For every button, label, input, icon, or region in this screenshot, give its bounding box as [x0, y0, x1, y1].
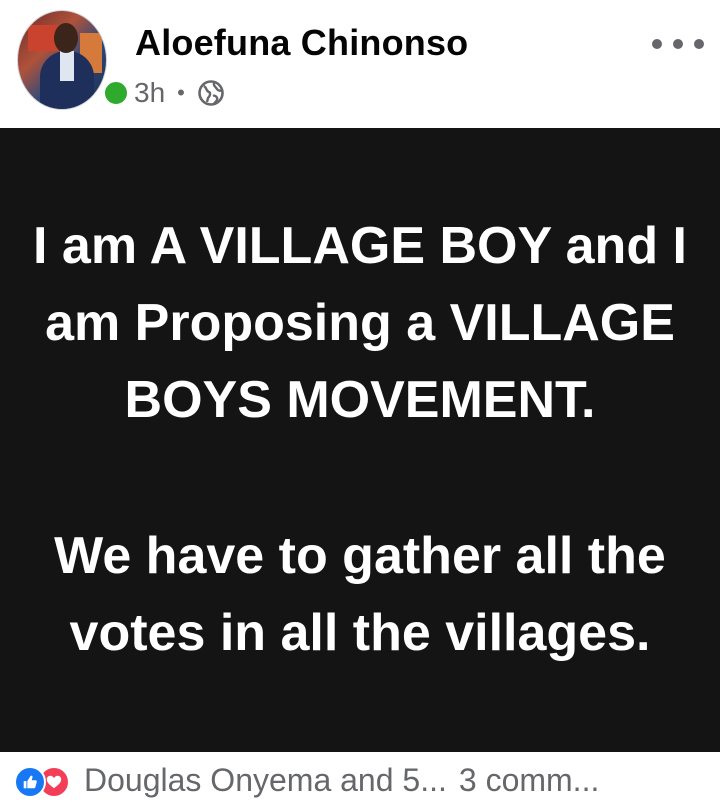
- globe-icon[interactable]: [197, 79, 225, 107]
- author-avatar[interactable]: [17, 10, 107, 110]
- more-options-dot: [694, 39, 704, 49]
- post-footer: Douglas Onyema and 5... 3 comm...: [0, 752, 720, 809]
- meta-separator: •: [177, 80, 185, 105]
- avatar-figure-head: [54, 23, 78, 53]
- post-meta: 3h •: [134, 76, 225, 110]
- reactions-summary[interactable]: Douglas Onyema and 5...: [84, 762, 447, 799]
- post-text-paragraph-1: I am A VILLAGE BOY and I am Proposing a …: [33, 217, 687, 429]
- post-text-paragraph-2: We have to gather all the votes in all t…: [54, 527, 666, 662]
- more-options-dot: [652, 39, 662, 49]
- avatar-figure-shirt: [60, 51, 74, 81]
- more-options-dot: [673, 39, 683, 49]
- post-header: Aloefuna Chinonso 3h •: [0, 0, 720, 128]
- online-status-icon: [101, 78, 131, 108]
- post-timestamp[interactable]: 3h: [134, 77, 165, 109]
- like-icon: [14, 765, 46, 798]
- author-name[interactable]: Aloefuna Chinonso: [135, 22, 468, 64]
- reaction-icons[interactable]: [14, 764, 80, 798]
- comments-count[interactable]: 3 comm...: [459, 762, 599, 799]
- post-text-background[interactable]: I am A VILLAGE BOY and I am Proposing a …: [0, 128, 720, 752]
- more-options-icon[interactable]: [652, 30, 704, 58]
